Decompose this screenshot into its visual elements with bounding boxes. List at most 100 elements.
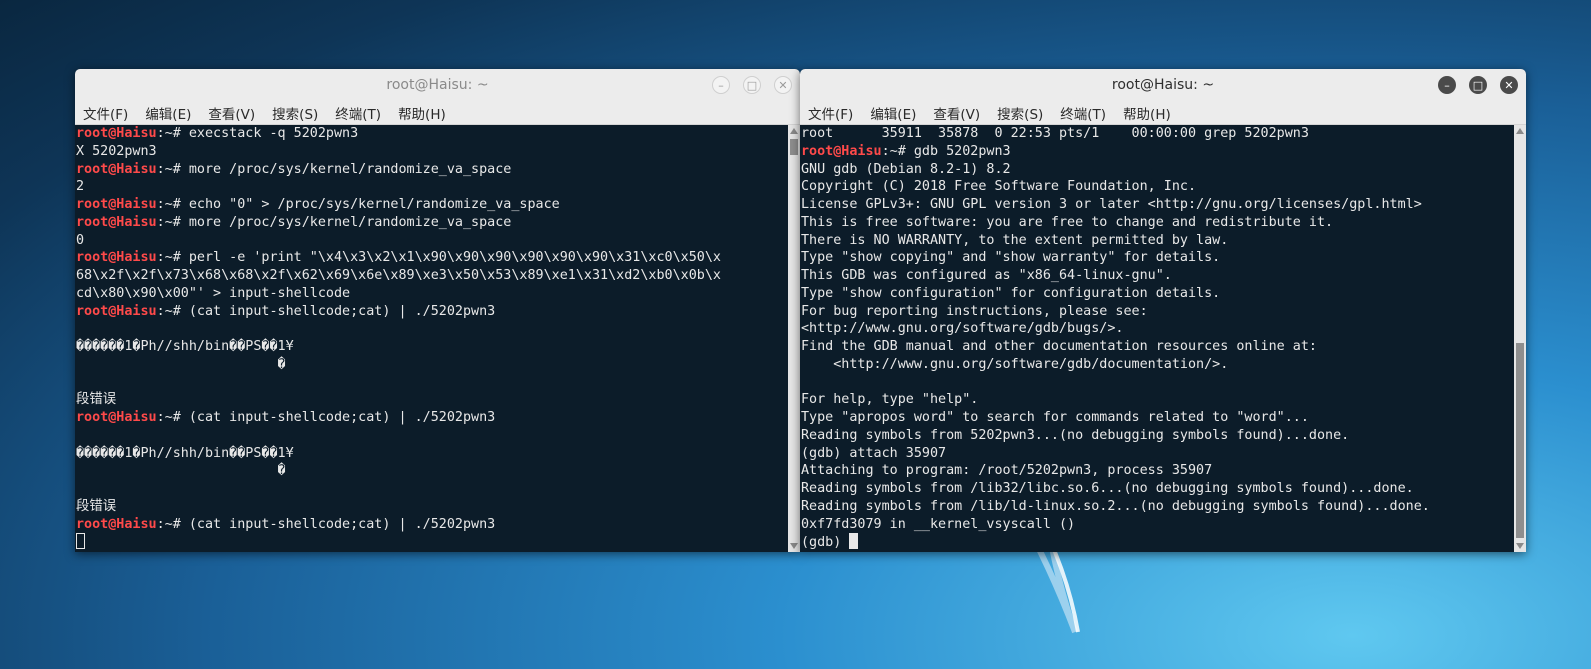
menu-edit[interactable]: 编辑(E)	[145, 103, 191, 123]
prompt-user: root@Haisu	[76, 410, 157, 425]
prompt-user: root@Haisu	[76, 516, 157, 532]
menu-bar: 文件(F) 编辑(E) 查看(V) 搜索(S) 终端(T) 帮助(H)	[800, 101, 1526, 125]
gdb-prompt: (gdb)	[801, 535, 850, 551]
text-cursor	[849, 533, 859, 550]
output-text: Attaching to program: /root/5202pwn3, pr…	[801, 463, 1213, 479]
terminal-line: root@Haisu:~# execstack -q 5202pwn3	[76, 125, 788, 143]
scroll-down-icon[interactable]	[790, 543, 798, 549]
window-title: root@Haisu: ~	[1111, 77, 1215, 93]
text-cursor	[76, 533, 85, 550]
terminal-line: �	[76, 356, 788, 374]
output-text: <http://www.gnu.org/software/gdb/documen…	[801, 356, 1229, 372]
prompt-suffix: :~#	[881, 143, 914, 159]
output-text: Type "show copying" and "show warranty" …	[801, 250, 1221, 266]
maximize-icon[interactable]: □	[1469, 76, 1487, 94]
output-text: 0	[76, 232, 85, 248]
maximize-icon[interactable]: □	[743, 76, 761, 94]
output-text: root 35911 35878 0 22:53 pts/1 00:00:00 …	[801, 126, 1309, 141]
scrollbar-thumb[interactable]	[1516, 343, 1524, 538]
minimize-icon[interactable]: –	[712, 76, 730, 94]
terminal-line: X 5202pwn3	[76, 143, 788, 161]
prompt-user: root@Haisu	[76, 161, 157, 177]
menu-file[interactable]: 文件(F)	[83, 103, 128, 123]
terminal-line: For bug reporting instructions, please s…	[801, 303, 1514, 321]
terminal-line: Reading symbols from /lib/ld-linux.so.2.…	[801, 498, 1514, 516]
output-text: This is free software: you are free to c…	[801, 214, 1334, 230]
window-title: root@Haisu: ~	[386, 77, 489, 93]
command-text: execstack -q 5202pwn3	[188, 126, 359, 141]
terminal-line: root@Haisu:~# echo "0" > /proc/sys/kerne…	[76, 196, 788, 214]
command-text: (cat input-shellcode;cat) | ./5202pwn3	[188, 410, 496, 425]
menu-search[interactable]: 搜索(S)	[997, 103, 1043, 123]
close-icon[interactable]: ✕	[1500, 76, 1518, 94]
terminal-window-right[interactable]: root@Haisu: ~ – □ ✕ 文件(F) 编辑(E) 查看(V) 搜索…	[800, 69, 1526, 552]
menu-terminal[interactable]: 终端(T)	[1060, 103, 1106, 123]
prompt-suffix: :~#	[156, 214, 189, 230]
prompt-suffix: :~#	[156, 250, 189, 266]
terminal-line: ������1�Ph//shh/bin��PS��1¥	[76, 445, 788, 463]
scroll-up-icon[interactable]	[1516, 128, 1524, 134]
minimize-icon[interactable]: –	[1438, 76, 1456, 94]
output-text: ������1�Ph//shh/bin��PS��1¥	[76, 445, 294, 461]
prompt-user: root@Haisu	[801, 143, 882, 159]
terminal-line: root@Haisu:~# (cat input-shellcode;cat) …	[76, 516, 788, 534]
menu-help[interactable]: 帮助(H)	[1123, 103, 1171, 123]
menu-bar: 文件(F) 编辑(E) 查看(V) 搜索(S) 终端(T) 帮助(H)	[75, 101, 800, 125]
terminal-input-line[interactable]	[76, 533, 788, 551]
terminal-line: This is free software: you are free to c…	[801, 214, 1514, 232]
terminal-line: 0xf7fd3079 in __kernel_vsyscall ()	[801, 516, 1514, 534]
menu-search[interactable]: 搜索(S)	[272, 103, 318, 123]
prompt-suffix: :~#	[156, 126, 189, 141]
terminal-output[interactable]: root@Haisu:~# execstack -q 5202pwn3 X 520…	[75, 125, 788, 552]
menu-terminal[interactable]: 终端(T)	[335, 103, 381, 123]
output-text: �	[76, 356, 286, 372]
menu-view[interactable]: 查看(V)	[208, 103, 255, 123]
scrollbar[interactable]	[788, 125, 800, 552]
command-text: perl -e 'print "\x4\x3\x2\x1\x90\x90\x90…	[188, 250, 721, 266]
menu-edit[interactable]: 编辑(E)	[870, 103, 916, 123]
close-icon[interactable]: ✕	[774, 76, 792, 94]
title-bar[interactable]: root@Haisu: ~ – □ ✕	[800, 69, 1526, 101]
scroll-down-icon[interactable]	[1516, 543, 1524, 549]
terminal-line: 段错误	[76, 498, 788, 516]
terminal-line: 68\x2f\x2f\x73\x68\x68\x2f\x62\x69\x6e\x…	[76, 267, 788, 285]
terminal-line: Reading symbols from 5202pwn3...(no debu…	[801, 427, 1514, 445]
prompt-user: root@Haisu	[76, 197, 157, 212]
scrollbar[interactable]	[1514, 125, 1526, 552]
terminal-line: <http://www.gnu.org/software/gdb/documen…	[801, 356, 1514, 374]
command-text: (cat input-shellcode;cat) | ./5202pwn3	[188, 303, 496, 319]
title-bar[interactable]: root@Haisu: ~ – □ ✕	[75, 69, 800, 101]
terminal-line: 段错误	[76, 391, 788, 409]
prompt-user: root@Haisu	[76, 214, 157, 230]
terminal-input-line[interactable]: (gdb)	[801, 533, 1514, 551]
menu-file[interactable]: 文件(F)	[808, 103, 853, 123]
command-text: (cat input-shellcode;cat) | ./5202pwn3	[188, 516, 496, 532]
terminal-line: Find the GDB manual and other documentat…	[801, 338, 1514, 356]
menu-help[interactable]: 帮助(H)	[398, 103, 446, 123]
terminal-line: Type "show configuration" for configurat…	[801, 285, 1514, 303]
terminal-line: root@Haisu:~# more /proc/sys/kernel/rand…	[76, 214, 788, 232]
scroll-up-icon[interactable]	[790, 128, 798, 134]
terminal-line: root@Haisu:~# (cat input-shellcode;cat) …	[76, 303, 788, 321]
output-text: This GDB was configured as "x86_64-linux…	[801, 268, 1172, 283]
output-text: �	[76, 463, 286, 479]
terminal-line: Type "apropos word" to search for comman…	[801, 409, 1514, 427]
prompt-user: root@Haisu	[76, 250, 157, 266]
terminal-window-left[interactable]: root@Haisu: ~ – □ ✕ 文件(F) 编辑(E) 查看(V) 搜索…	[75, 69, 800, 552]
scrollbar-thumb[interactable]	[790, 139, 798, 155]
terminal-output[interactable]: root 35911 35878 0 22:53 pts/1 00:00:00 …	[800, 125, 1514, 552]
terminal-line: root@Haisu:~# more /proc/sys/kernel/rand…	[76, 161, 788, 179]
output-text: ������1�Ph//shh/bin��PS��1¥	[76, 339, 294, 354]
terminal-line: root@Haisu:~# perl -e 'print "\x4\x3\x2\…	[76, 249, 788, 267]
terminal-line: ������1�Ph//shh/bin��PS��1¥	[76, 338, 788, 356]
menu-view[interactable]: 查看(V)	[933, 103, 980, 123]
terminal-line: License GPLv3+: GNU GPL version 3 or lat…	[801, 196, 1514, 214]
output-text: For help, type "help".	[801, 392, 979, 408]
terminal-line: For help, type "help".	[801, 391, 1514, 409]
output-text: Copyright (C) 2018 Free Software Foundat…	[801, 179, 1197, 195]
output-text: Type "apropos word" to search for comman…	[801, 410, 1309, 425]
prompt-suffix: :~#	[156, 410, 189, 425]
terminal-line: cd\x80\x90\x00"' > input-shellcode	[76, 285, 788, 303]
